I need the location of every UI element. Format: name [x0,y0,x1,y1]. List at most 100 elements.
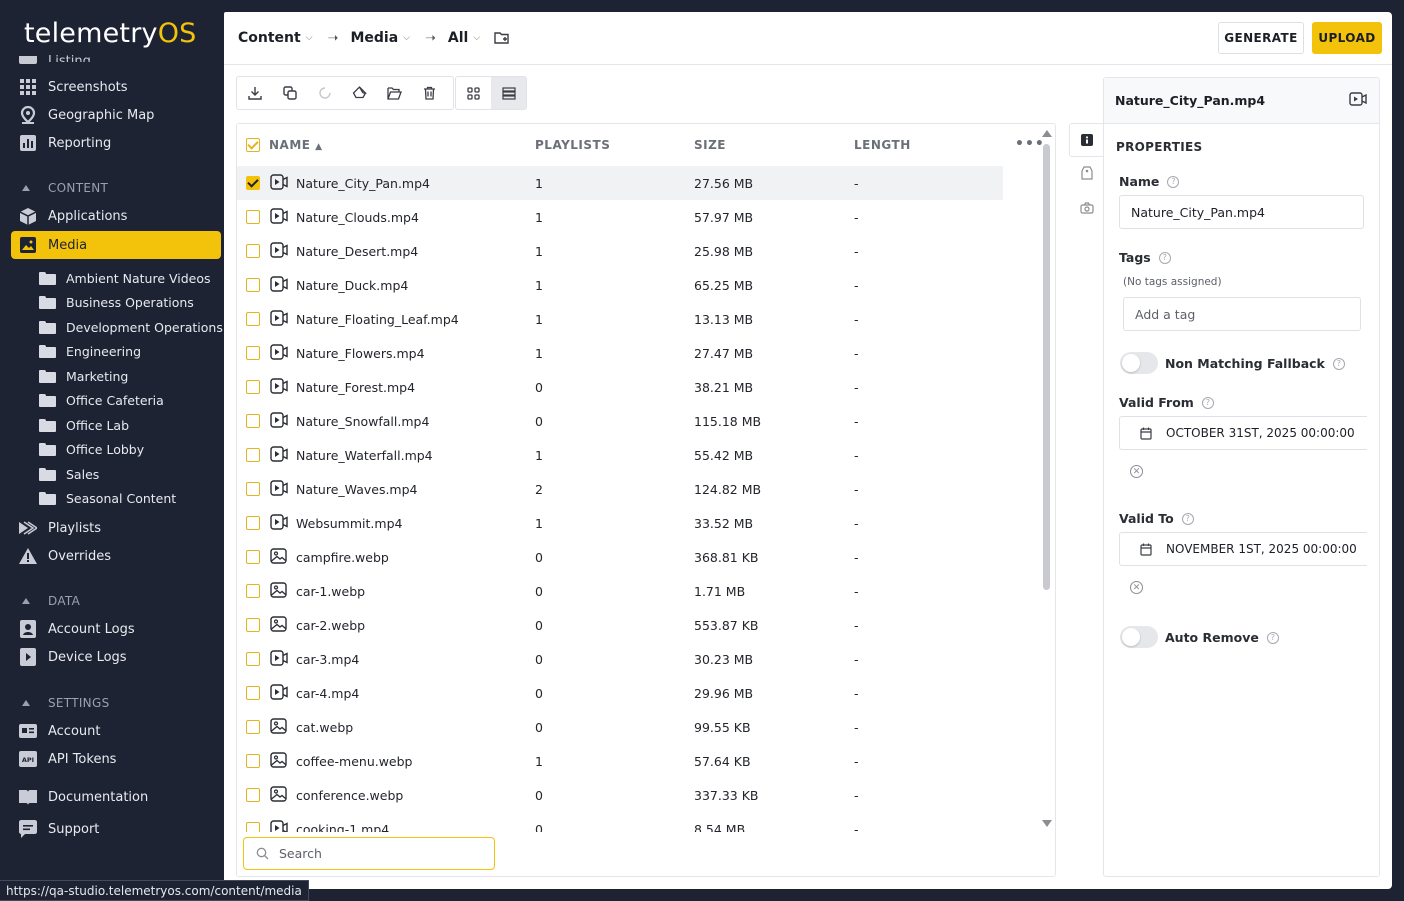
sidebar-item-api-tokens[interactable]: API API Tokens [11,745,221,773]
folder-item[interactable]: Development Operations [39,316,223,338]
row-checkbox[interactable] [246,210,260,224]
folder-item[interactable]: Office Cafeteria [39,389,164,411]
row-checkbox[interactable] [246,346,260,360]
duplicate-icon[interactable] [272,77,307,109]
trash-icon[interactable] [412,77,447,109]
row-checkbox[interactable] [246,652,260,666]
table-row[interactable]: Nature_City_Pan.mp4 1 27.56 MB - [237,166,1003,200]
table-row[interactable]: car-4.mp4 0 29.96 MB - [237,676,1003,710]
scroll-up-icon[interactable] [1042,130,1052,137]
folder-item[interactable]: Office Lab [39,414,129,436]
row-checkbox[interactable] [246,244,260,258]
column-size[interactable]: SIZE [694,138,726,152]
sidebar-item-media[interactable]: Media [11,231,221,259]
table-row[interactable]: Nature_Duck.mp4 1 65.25 MB - [237,268,1003,302]
row-checkbox[interactable] [246,312,260,326]
row-checkbox[interactable] [246,686,260,700]
section-header-data[interactable]: DATA [22,594,80,608]
sidebar-item-account[interactable]: Account [11,717,221,745]
table-row[interactable]: car-1.webp 0 1.71 MB - [237,574,1003,608]
table-row[interactable]: Nature_Waterfall.mp4 1 55.42 MB - [237,438,1003,472]
new-folder-icon[interactable] [494,31,510,45]
row-checkbox[interactable] [246,176,260,190]
search-input[interactable]: Search [243,837,495,870]
table-row[interactable]: Nature_Floating_Leaf.mp4 1 13.13 MB - [237,302,1003,336]
add-tag-input[interactable]: Add a tag [1123,297,1361,331]
folder-item[interactable]: Sales [39,463,99,485]
clear-valid-from-icon[interactable]: ✕ [1130,465,1143,478]
download-icon[interactable] [237,77,272,109]
folder-item[interactable]: Marketing [39,365,128,387]
row-checkbox[interactable] [246,516,260,530]
sidebar-item-applications[interactable]: Applications [11,202,221,230]
name-field[interactable]: Nature_City_Pan.mp4 [1119,195,1364,229]
clear-valid-to-icon[interactable]: ✕ [1130,581,1143,594]
tab-properties[interactable] [1069,123,1104,157]
table-row[interactable]: car-3.mp4 0 30.23 MB - [237,642,1003,676]
tab-tags[interactable] [1069,157,1104,191]
sidebar-item-support[interactable]: Support [11,815,221,843]
folder-item[interactable]: Ambient Nature Videos [39,267,211,289]
help-icon[interactable]: ? [1167,175,1180,188]
help-icon[interactable]: ? [1181,512,1194,525]
section-header-settings[interactable]: SETTINGS [22,696,109,710]
row-checkbox[interactable] [246,414,260,428]
column-length[interactable]: LENGTH [854,138,911,152]
table-row[interactable]: Nature_Forest.mp4 0 38.21 MB - [237,370,1003,404]
table-row[interactable]: Nature_Clouds.mp4 1 57.97 MB - [237,200,1003,234]
help-icon[interactable]: ? [1158,251,1171,264]
sidebar-item-overrides[interactable]: Overrides [11,542,221,570]
folder-item[interactable]: Office Lobby [39,438,144,460]
non-matching-fallback-toggle[interactable] [1120,352,1158,374]
folder-item[interactable]: Engineering [39,340,141,362]
generate-button[interactable]: GENERATE [1218,22,1304,54]
breadcrumb-media[interactable]: Media ⌵ [350,30,410,46]
sidebar-item-playlists[interactable]: Playlists [11,514,221,542]
table-row[interactable]: conference.webp 0 337.33 KB - [237,778,1003,812]
table-row[interactable]: Nature_Snowfall.mp4 0 115.18 MB - [237,404,1003,438]
breadcrumb-content[interactable]: Content ⌵ [238,30,313,46]
column-name[interactable]: NAME ▲ [269,138,323,152]
column-playlists[interactable]: PLAYLISTS [535,138,610,152]
table-row[interactable]: cooking-1.mp4 0 8.54 MB - [237,812,1003,832]
sidebar-item-screenshots[interactable]: Screenshots [11,73,221,101]
list-view-icon[interactable] [491,77,526,109]
table-row[interactable]: coffee-menu.webp 1 57.64 KB - [237,744,1003,778]
scroll-down-icon[interactable] [1042,820,1052,827]
sidebar-item-documentation[interactable]: Documentation [11,783,221,811]
row-checkbox[interactable] [246,482,260,496]
row-checkbox[interactable] [246,618,260,632]
table-row[interactable]: car-2.webp 0 553.87 KB - [237,608,1003,642]
row-checkbox[interactable] [246,822,260,832]
scroll-thumb[interactable] [1043,144,1050,590]
row-checkbox[interactable] [246,550,260,564]
upload-button[interactable]: UPLOAD [1312,22,1382,54]
breadcrumb-all[interactable]: All ⌵ [448,30,480,46]
folder-item[interactable]: Business Operations [39,291,194,313]
row-checkbox[interactable] [246,448,260,462]
row-checkbox[interactable] [246,720,260,734]
sidebar-item-account-logs[interactable]: Account Logs [11,615,221,643]
logo[interactable]: telemetryOS [24,18,197,49]
grid-view-icon[interactable] [456,77,491,109]
table-row[interactable]: cat.webp 0 99.55 KB - [237,710,1003,744]
help-icon[interactable]: ? [1266,631,1279,644]
tab-screenshot[interactable] [1069,191,1104,225]
table-row[interactable]: Nature_Flowers.mp4 1 27.47 MB - [237,336,1003,370]
table-row[interactable]: campfire.webp 0 368.81 KB - [237,540,1003,574]
table-row[interactable]: Nature_Desert.mp4 1 25.98 MB - [237,234,1003,268]
sidebar-item-device-logs[interactable]: Device Logs [11,643,221,671]
row-checkbox[interactable] [246,380,260,394]
auto-remove-toggle[interactable] [1120,626,1158,648]
recycle-icon[interactable] [342,77,377,109]
help-icon[interactable]: ? [1201,396,1214,409]
sidebar-item-listing[interactable]: Listing [48,50,91,62]
valid-to-input[interactable]: NOVEMBER 1ST, 2025 00:00:00 [1119,532,1367,566]
refresh-icon[interactable] [307,77,342,109]
folder-item[interactable]: Seasonal Content [39,487,176,509]
valid-from-input[interactable]: OCTOBER 31ST, 2025 00:00:00 [1119,416,1367,450]
folder-open-icon[interactable] [377,77,412,109]
select-all-checkbox[interactable] [246,138,260,152]
sidebar-item-reporting[interactable]: Reporting [11,129,221,157]
section-header-content[interactable]: CONTENT [22,181,108,195]
